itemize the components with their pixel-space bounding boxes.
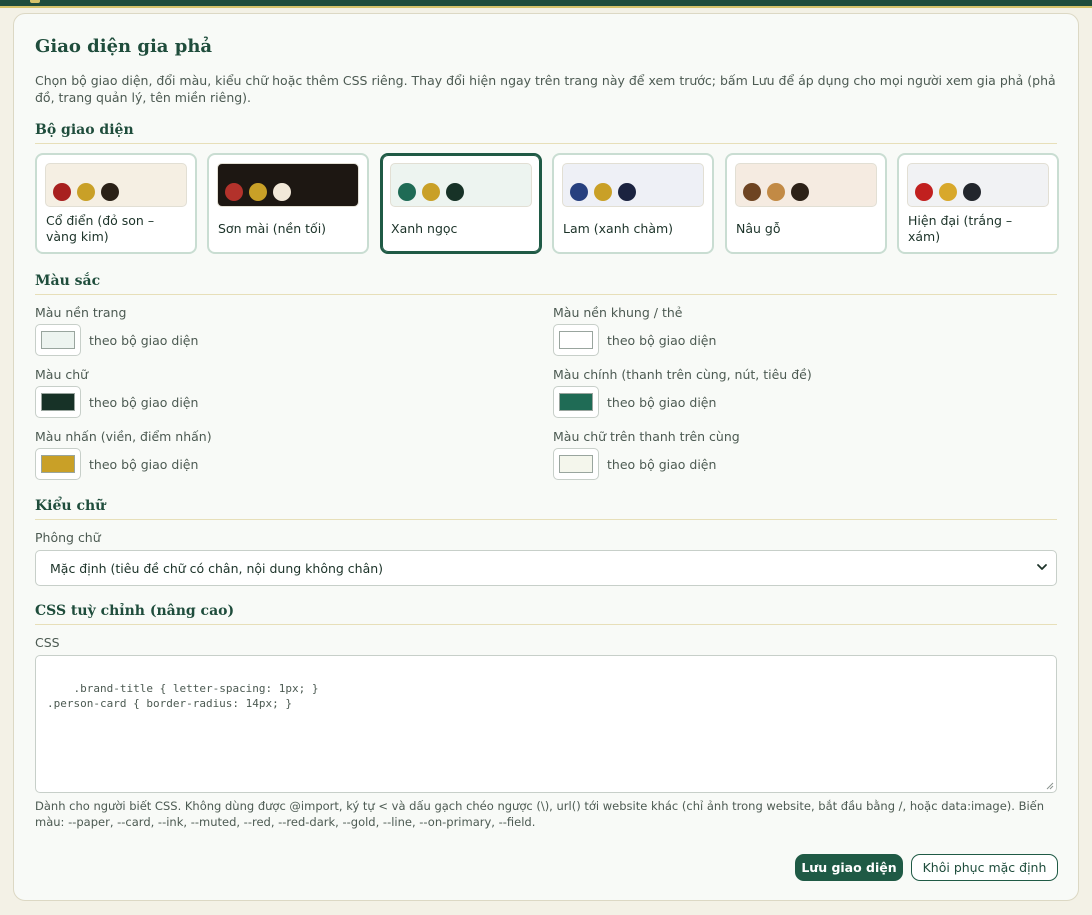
theme-color-dot	[446, 183, 464, 201]
theme-card[interactable]: Hiện đại (trắng – xám)	[897, 153, 1059, 254]
top-bar	[0, 0, 1092, 8]
section-heading-css: CSS tuỳ chỉnh (nâng cao)	[35, 603, 1057, 625]
accent-color-picker[interactable]	[35, 448, 81, 480]
card-bg-color-picker[interactable]	[553, 324, 599, 356]
theme-color-dot	[767, 183, 785, 201]
page-title: Giao diện gia phả	[35, 36, 213, 57]
text-color-picker[interactable]	[35, 386, 81, 418]
theme-name: Nâu gỗ	[736, 221, 781, 236]
accent-color-swatch	[41, 455, 75, 473]
section-heading-font: Kiểu chữ	[35, 498, 1057, 520]
primary-color-label: Màu chính (thanh trên cùng, nút, tiêu đề…	[553, 367, 812, 382]
theme-color-dot	[77, 183, 95, 201]
on-primary-color-note: theo bộ giao diện	[607, 457, 717, 472]
theme-name: Sơn mài (nền tối)	[218, 221, 327, 236]
primary-color-swatch	[559, 393, 593, 411]
css-label: CSS	[35, 635, 60, 650]
save-theme-button[interactable]: Lưu giao diện	[795, 854, 903, 881]
card-bg-label: Màu nền khung / thẻ	[553, 305, 683, 320]
theme-card[interactable]: Nâu gỗ	[725, 153, 887, 254]
theme-card[interactable]: Xanh ngọc	[380, 153, 542, 254]
theme-color-dot	[915, 183, 933, 201]
theme-preview	[45, 163, 187, 207]
reset-default-button[interactable]: Khôi phục mặc định	[911, 854, 1058, 881]
custom-css-textarea[interactable]: .brand-title { letter-spacing: 1px; } .p…	[35, 655, 1057, 793]
theme-color-dot	[53, 183, 71, 201]
theme-name: Hiện đại (trắng – xám)	[908, 213, 1013, 244]
section-heading-colors: Màu sắc	[35, 273, 1057, 295]
theme-preview	[735, 163, 877, 207]
theme-color-dot	[618, 183, 636, 201]
card-bg-swatch	[559, 331, 593, 349]
accent-color-note: theo bộ giao diện	[89, 457, 199, 472]
theme-color-dot	[791, 183, 809, 201]
theme-picker: Cổ điển (đỏ son – vàng kim) Sơn mài (nền …	[35, 153, 1059, 257]
font-label: Phông chữ	[35, 530, 101, 545]
on-primary-color-swatch	[559, 455, 593, 473]
theme-name: Lam (xanh chàm)	[563, 221, 674, 236]
brand-mark	[30, 0, 40, 3]
theme-preview	[562, 163, 704, 207]
theme-preview	[907, 163, 1049, 207]
theme-color-dot	[249, 183, 267, 201]
text-color-label: Màu chữ	[35, 367, 89, 382]
theme-preview	[217, 163, 359, 207]
theme-preview	[390, 163, 532, 207]
theme-color-dot	[422, 183, 440, 201]
theme-color-dot	[743, 183, 761, 201]
on-primary-color-label: Màu chữ trên thanh trên cùng	[553, 429, 740, 444]
text-color-note: theo bộ giao diện	[89, 395, 199, 410]
page-bg-color-picker[interactable]	[35, 324, 81, 356]
page-bg-note: theo bộ giao diện	[89, 333, 199, 348]
theme-settings-card: Giao diện gia phả Chọn bộ giao diện, đổi…	[13, 13, 1079, 901]
chevron-down-icon	[1037, 564, 1047, 570]
theme-color-dot	[273, 183, 291, 201]
section-heading-themes: Bộ giao diện	[35, 122, 1057, 144]
theme-color-dot	[570, 183, 588, 201]
on-primary-color-picker[interactable]	[553, 448, 599, 480]
theme-color-dot	[225, 183, 243, 201]
theme-name: Cổ điển (đỏ son – vàng kim)	[46, 213, 155, 244]
font-select[interactable]: Mặc định (tiêu đề chữ có chân, nội dung …	[35, 550, 1057, 586]
text-color-swatch	[41, 393, 75, 411]
page-intro: Chọn bộ giao diện, đổi màu, kiểu chữ hoặ…	[35, 73, 1056, 105]
accent-color-label: Màu nhấn (viền, điểm nhấn)	[35, 429, 212, 444]
theme-color-dot	[939, 183, 957, 201]
primary-color-note: theo bộ giao diện	[607, 395, 717, 410]
custom-css-value: .brand-title { letter-spacing: 1px; } .p…	[47, 681, 319, 711]
font-select-value: Mặc định (tiêu đề chữ có chân, nội dung …	[50, 561, 384, 576]
theme-color-dot	[594, 183, 612, 201]
page-bg-swatch	[41, 331, 75, 349]
card-bg-note: theo bộ giao diện	[607, 333, 717, 348]
theme-color-dot	[101, 183, 119, 201]
resize-grip-icon[interactable]	[1045, 781, 1054, 790]
theme-color-dot	[398, 183, 416, 201]
theme-color-dot	[963, 183, 981, 201]
css-hint: Dành cho người biết CSS. Không dùng được…	[35, 799, 1045, 829]
page-bg-label: Màu nền trang	[35, 305, 127, 320]
theme-card[interactable]: Sơn mài (nền tối)	[207, 153, 369, 254]
theme-card[interactable]: Lam (xanh chàm)	[552, 153, 714, 254]
primary-color-picker[interactable]	[553, 386, 599, 418]
theme-name: Xanh ngọc	[391, 221, 458, 236]
theme-card[interactable]: Cổ điển (đỏ son – vàng kim)	[35, 153, 197, 254]
